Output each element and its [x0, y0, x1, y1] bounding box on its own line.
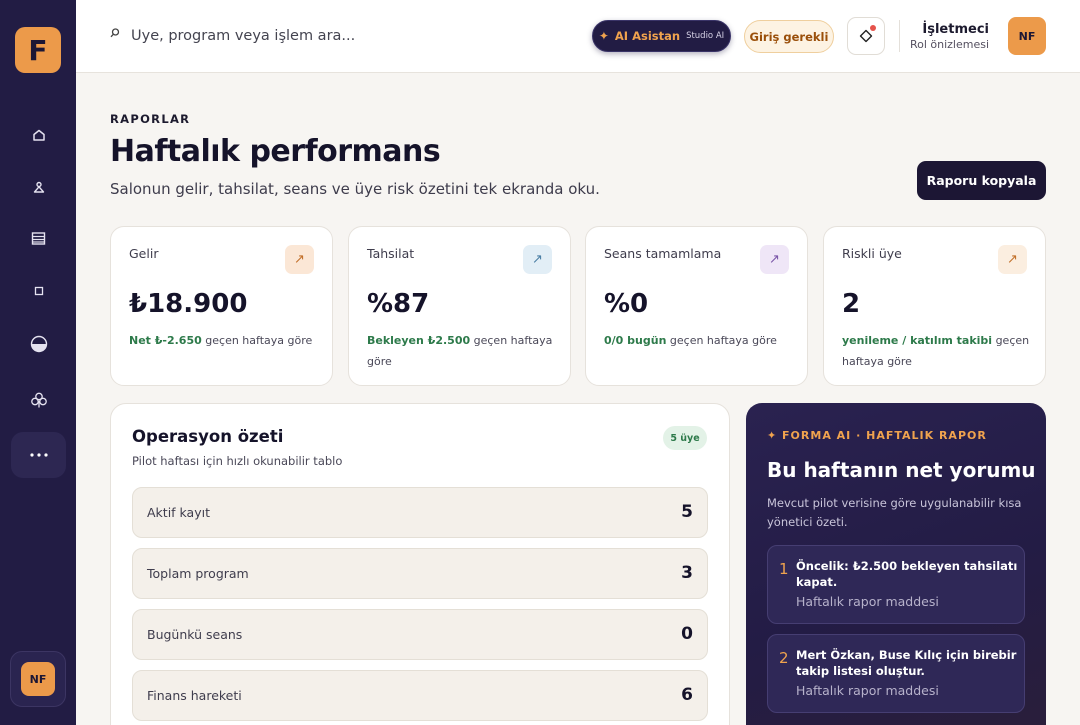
kpi-value: %87	[367, 289, 430, 319]
kpi-label: Seans tamamlama	[604, 246, 722, 261]
sidebar-item-community[interactable]	[11, 377, 66, 423]
diamond-icon	[859, 29, 873, 43]
kpi-value: 2	[842, 289, 861, 319]
list-item[interactable]: 1 Öncelik: ₺2.500 bekleyen tahsilatı kap…	[767, 545, 1025, 624]
kpi-label: Gelir	[129, 246, 159, 261]
calendar-icon	[31, 231, 46, 245]
row-label: Finans hareketi	[147, 688, 242, 703]
kpi-value: ₺18.900	[129, 289, 248, 319]
trend-arrow-icon: ↗	[760, 245, 789, 274]
kpi-note-text: geçen haftaya göre	[201, 334, 313, 347]
sidebar-item-reports[interactable]	[11, 321, 66, 367]
ai-weekly-report-card: ✦ FORMA AI · HAFTALIK RAPOR Bu haftanın …	[746, 403, 1046, 725]
page-subtitle: Salonun gelir, tahsilat, seans ve üye ri…	[110, 180, 600, 198]
ai-report-description: Mevcut pilot verisine göre uygulanabilir…	[767, 496, 1022, 529]
copy-report-button[interactable]: Raporu kopyala	[917, 161, 1046, 200]
kpi-note: 0/0 bugün geçen haftaya göre	[604, 330, 793, 351]
item-meta: Haftalık rapor maddesi	[796, 683, 939, 698]
half-circle-icon	[30, 335, 47, 353]
sidebar-item-programs[interactable]	[11, 268, 66, 314]
kpi-note: yenileme / katılım takibi geçen haftaya …	[842, 330, 1031, 372]
card-subtitle: Pilot haftası için hızlı okunabilir tabl…	[132, 454, 343, 468]
item-number: 1	[779, 560, 789, 578]
avatar[interactable]: NF	[1008, 17, 1046, 55]
row-label: Aktif kayıt	[147, 505, 210, 520]
table-row[interactable]: Toplam program 3	[132, 548, 708, 599]
trend-arrow-icon: ↗	[285, 245, 314, 274]
sidebar-user-button[interactable]: NF	[10, 651, 66, 707]
sidebar-item-home[interactable]	[11, 112, 66, 158]
ai-report-eyebrow: ✦ FORMA AI · HAFTALIK RAPOR	[767, 429, 987, 442]
search-input[interactable]	[131, 22, 511, 50]
kpi-card-session-completion: Seans tamamlama ↗ %0 0/0 bugün geçen haf…	[585, 226, 808, 386]
user-name: İşletmeci	[922, 22, 989, 37]
kpi-card-risky-members: Riskli üye ↗ 2 yenileme / katılım takibi…	[823, 226, 1046, 386]
row-label: Bugünkü seans	[147, 627, 243, 642]
sidebar-item-more[interactable]	[11, 432, 66, 478]
row-value: 0	[681, 624, 693, 644]
sidebar: F NF	[0, 0, 76, 725]
kpi-highlight: 0/0 bugün	[604, 334, 667, 347]
table-row[interactable]: Aktif kayıt 5	[132, 487, 708, 538]
card-title: Operasyon özeti	[132, 427, 284, 446]
row-value: 3	[681, 563, 693, 583]
item-number: 2	[779, 649, 789, 667]
kpi-value: %0	[604, 289, 649, 319]
table-row[interactable]: Bugünkü seans 0	[132, 609, 708, 660]
trend-arrow-icon: ↗	[998, 245, 1027, 274]
topbar: ✦ AI Asistan Studio AI Giriş gerekli İşl…	[76, 0, 1080, 73]
member-count-badge: 5 üye	[663, 426, 707, 450]
kpi-label: Riskli üye	[842, 246, 902, 261]
login-required-button[interactable]: Giriş gerekli	[744, 20, 834, 53]
kpi-label: Tahsilat	[367, 246, 415, 261]
kpi-highlight: Net ₺-2.650	[129, 334, 202, 347]
more-icon	[29, 453, 48, 457]
ai-assistant-sublabel: Studio AI	[686, 31, 725, 41]
kpi-note: Net ₺-2.650 geçen haftaya göre	[129, 330, 318, 351]
kpi-card-collection: Tahsilat ↗ %87 Bekleyen ₺2.500 geçen haf…	[348, 226, 571, 386]
user-role: Rol önizlemesi	[909, 38, 989, 51]
ai-assistant-button[interactable]: ✦ AI Asistan Studio AI	[592, 20, 731, 52]
row-value: 5	[681, 502, 693, 522]
sidebar-item-members[interactable]	[11, 164, 66, 210]
kpi-card-revenue: Gelir ↗ ₺18.900 Net ₺-2.650 geçen haftay…	[110, 226, 333, 386]
item-text: Öncelik: ₺2.500 bekleyen tahsilatı kapat…	[796, 559, 1018, 589]
ai-report-title: Bu haftanın net yorumu	[767, 458, 1036, 482]
notification-button[interactable]	[847, 17, 885, 55]
sparkle-icon: ✦	[598, 29, 609, 43]
kpi-note-text: geçen haftaya göre	[666, 334, 777, 347]
operations-summary-card: Operasyon özeti Pilot haftası için hızlı…	[110, 403, 730, 725]
home-icon	[32, 129, 45, 141]
ai-assistant-label: AI Asistan	[614, 29, 681, 43]
section-eyebrow: RAPORLAR	[110, 112, 191, 126]
person-icon	[33, 181, 44, 193]
search-icon	[110, 28, 120, 38]
table-row[interactable]: Finans hareketi 6	[132, 670, 708, 721]
app-logo[interactable]: F	[15, 27, 61, 73]
page-title: Haftalık performans	[110, 134, 441, 169]
notification-dot	[870, 25, 876, 31]
kpi-highlight: yenileme / katılım takibi	[842, 334, 993, 347]
row-value: 6	[681, 685, 693, 705]
avatar: NF	[21, 662, 55, 696]
trend-arrow-icon: ↗	[523, 245, 552, 274]
list-item[interactable]: 2 Mert Özkan, Buse Kılıç için birebir ta…	[767, 634, 1025, 713]
item-meta: Haftalık rapor maddesi	[796, 594, 939, 609]
sidebar-item-calendar[interactable]	[11, 215, 66, 261]
square-icon	[34, 286, 43, 296]
club-icon	[30, 392, 47, 408]
kpi-note: Bekleyen ₺2.500 geçen haftaya göre	[367, 330, 556, 372]
item-text: Mert Özkan, Buse Kılıç için birebir taki…	[796, 648, 1017, 678]
row-label: Toplam program	[147, 566, 249, 581]
kpi-highlight: Bekleyen ₺2.500	[367, 334, 471, 347]
